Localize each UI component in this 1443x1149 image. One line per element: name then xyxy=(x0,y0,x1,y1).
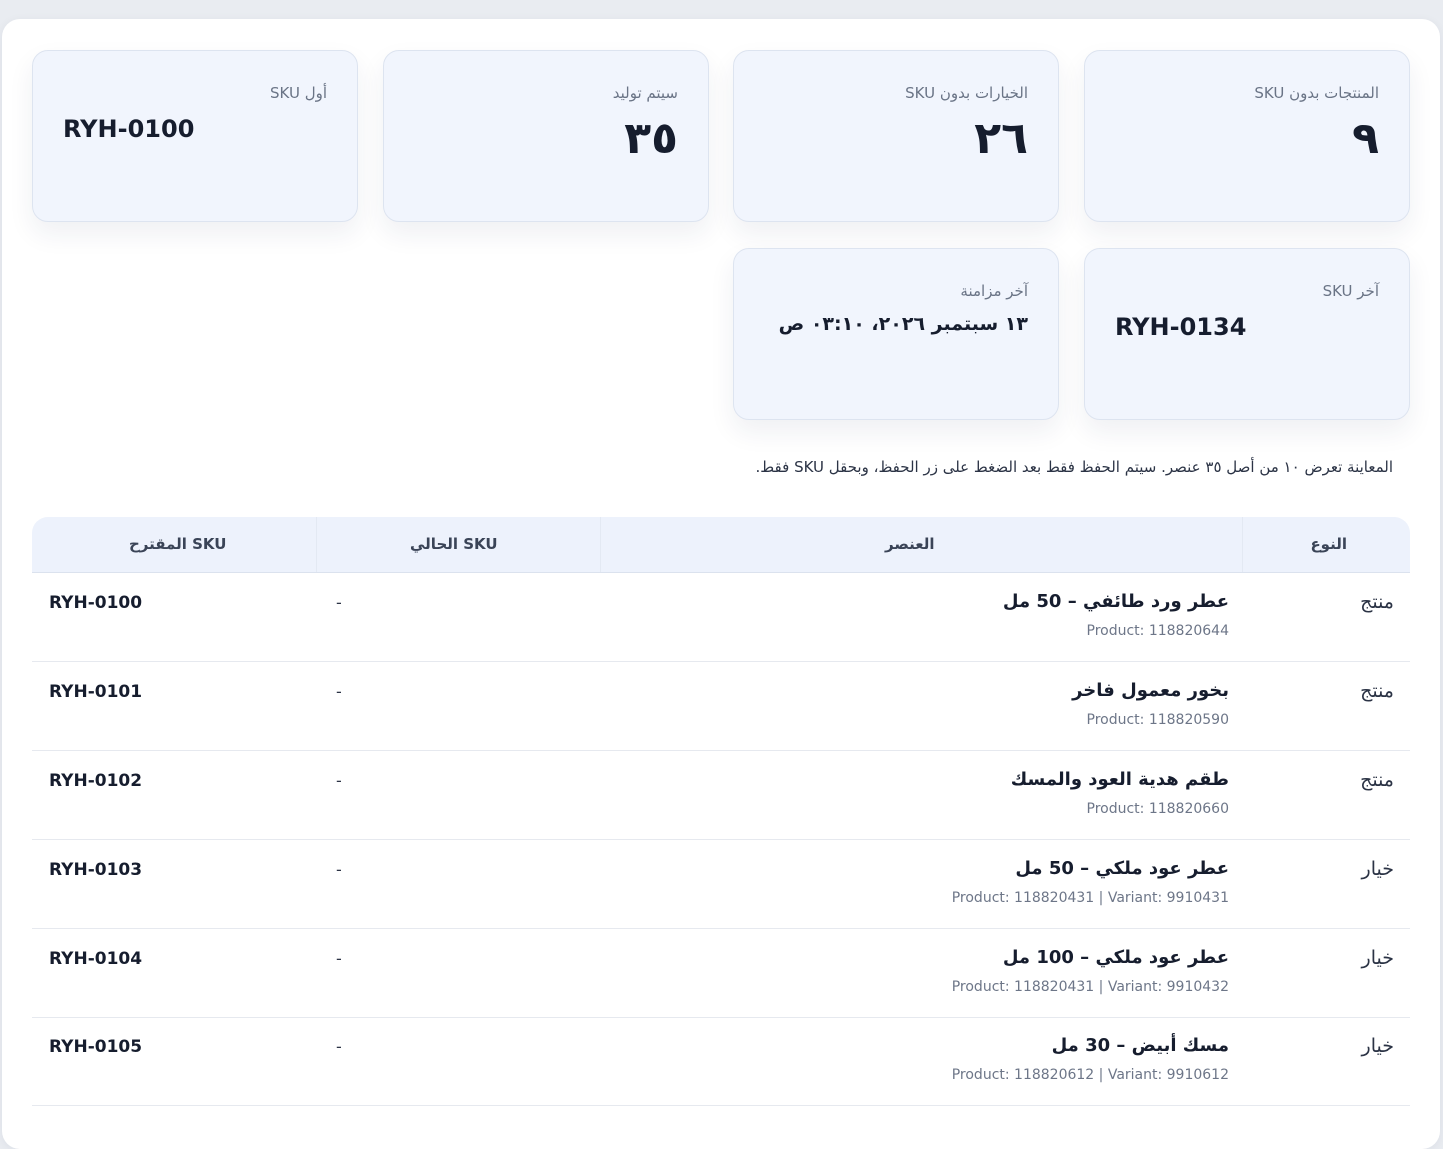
column-header-item: العنصر xyxy=(885,535,935,553)
row-type: خيار xyxy=(1361,858,1394,880)
row-item-ids: Product: 118820660 xyxy=(1086,801,1230,817)
row-item-name: عطر عود ملكي – 50 مل xyxy=(1015,858,1229,879)
stat-value: ١٣ سبتمبر ٢٠٢٦، ٠٣:١٠ ص xyxy=(778,313,1028,335)
row-item-name: عطر ورد طائفي – 50 مل xyxy=(1002,591,1229,612)
stat-value: RYH-0100 xyxy=(63,115,195,143)
stat-value: ٩ xyxy=(1352,113,1379,164)
table-row: خيار مسك أبيض – 30 مل Product: 118820612… xyxy=(32,1017,1410,1106)
row-type: منتج xyxy=(1360,769,1394,791)
stat-card-last-sync: آخر مزامنة ١٣ سبتمبر ٢٠٢٦، ٠٣:١٠ ص xyxy=(733,248,1059,420)
row-current-sku: - xyxy=(336,949,342,968)
stat-card-first-sku: أول SKU RYH-0100 xyxy=(32,50,358,222)
row-suggested-sku: RYH-0101 xyxy=(49,682,143,702)
column-header-suggested-sku: SKU المقترح xyxy=(129,535,227,553)
row-current-sku: - xyxy=(336,682,342,701)
row-suggested-sku: RYH-0100 xyxy=(49,593,143,613)
row-current-sku: - xyxy=(336,860,342,879)
row-item-ids: Product: 118820644 xyxy=(1086,623,1230,639)
stat-value: ٢٦ xyxy=(974,113,1028,164)
row-item-ids: Product: 118820612 | Variant: 9910612 xyxy=(951,1067,1229,1083)
stat-value: RYH-0134 xyxy=(1115,313,1247,341)
column-divider xyxy=(316,517,317,572)
row-suggested-sku: RYH-0105 xyxy=(49,1037,143,1057)
row-suggested-sku: RYH-0103 xyxy=(49,860,143,880)
row-item-name: عطر عود ملكي – 100 مل xyxy=(1002,947,1229,968)
preview-note: المعاينة تعرض ١٠ من أصل ٣٥ عنصر. سيتم ال… xyxy=(755,458,1393,476)
row-current-sku: - xyxy=(336,1037,342,1056)
row-current-sku: - xyxy=(336,593,342,612)
stat-card-products-without-sku: المنتجات بدون SKU ٩ xyxy=(1084,50,1410,222)
column-header-type: النوع xyxy=(1310,535,1347,553)
row-item-ids: Product: 118820431 | Variant: 9910432 xyxy=(951,979,1229,995)
stat-label: آخر مزامنة xyxy=(960,282,1028,300)
row-item-ids: Product: 118820431 | Variant: 9910431 xyxy=(951,890,1229,906)
column-header-current-sku: SKU الحالي xyxy=(410,535,498,553)
table-header: النوع العنصر SKU الحالي SKU المقترح xyxy=(32,517,1410,573)
stat-card-variants-without-sku: الخيارات بدون SKU ٢٦ xyxy=(733,50,1059,222)
row-item-name: طقم هدية العود والمسك xyxy=(1010,769,1229,790)
row-type: منتج xyxy=(1360,591,1394,613)
row-item-name: بخور معمول فاخر xyxy=(1072,680,1229,701)
column-divider xyxy=(600,517,601,572)
stat-value: ٣٥ xyxy=(624,113,678,164)
stat-label: سيتم توليد xyxy=(612,84,678,102)
stat-label: المنتجات بدون SKU xyxy=(1254,84,1379,102)
row-suggested-sku: RYH-0102 xyxy=(49,771,143,791)
stat-label: الخيارات بدون SKU xyxy=(905,84,1028,102)
stat-label: آخر SKU xyxy=(1322,282,1379,300)
stat-card-to-generate: سيتم توليد ٣٥ xyxy=(383,50,709,222)
table-row: منتج طقم هدية العود والمسك Product: 1188… xyxy=(32,751,1410,840)
row-current-sku: - xyxy=(336,771,342,790)
row-type: خيار xyxy=(1361,1035,1394,1057)
row-type: خيار xyxy=(1361,947,1394,969)
table-row: منتج بخور معمول فاخر Product: 118820590 … xyxy=(32,662,1410,751)
row-item-ids: Product: 118820590 xyxy=(1086,712,1230,728)
table-row: خيار عطر عود ملكي – 100 مل Product: 1188… xyxy=(32,929,1410,1018)
row-item-name: مسك أبيض – 30 مل xyxy=(1051,1035,1229,1056)
stat-card-last-sku: آخر SKU RYH-0134 xyxy=(1084,248,1410,420)
row-type: منتج xyxy=(1360,680,1394,702)
column-divider xyxy=(1242,517,1243,572)
stat-label: أول SKU xyxy=(269,84,327,102)
table-row: خيار عطر عود ملكي – 50 مل Product: 11882… xyxy=(32,840,1410,929)
row-suggested-sku: RYH-0104 xyxy=(49,949,143,969)
table-row: منتج عطر ورد طائفي – 50 مل Product: 1188… xyxy=(32,573,1410,662)
